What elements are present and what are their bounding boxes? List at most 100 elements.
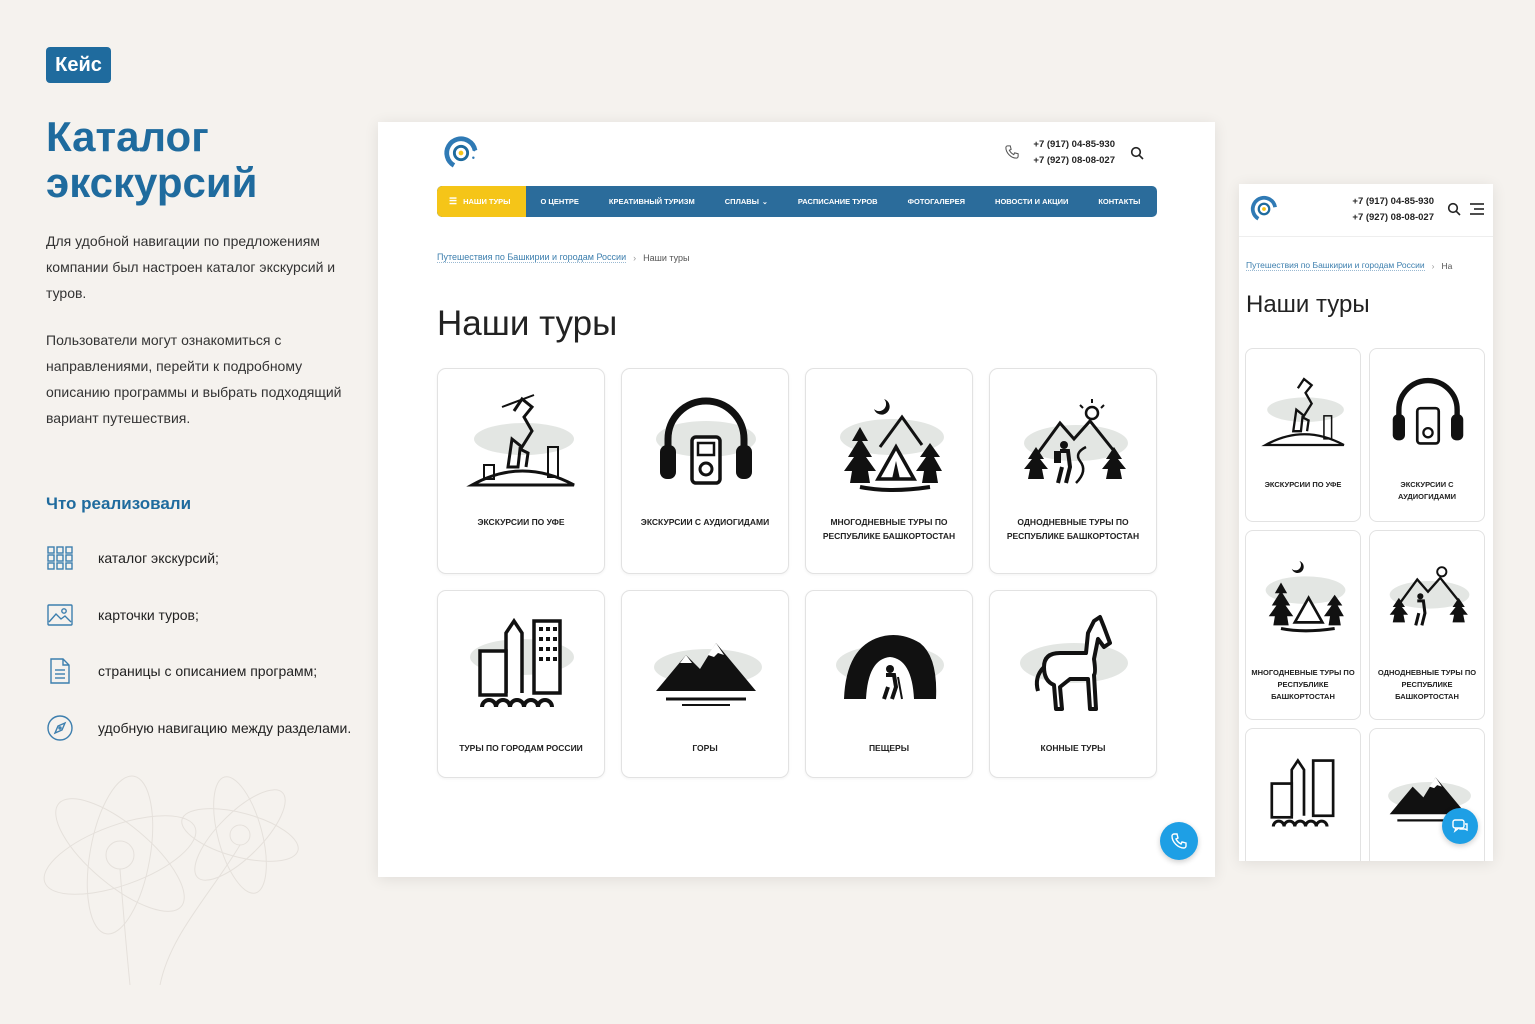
tours-grid: ЭКСКУРСИИ ПО УФЕ ЭКСКУРСИИ С АУДИОГИДАМИ: [1245, 348, 1487, 861]
feature-label: каталог экскурсий;: [98, 550, 219, 566]
tour-card-label: ГОРЫ: [692, 743, 718, 753]
case-title: Каталог экскурсий: [46, 113, 258, 206]
page-title: Наши туры: [437, 304, 618, 343]
mobile-mockup: +7 (917) 04-85-930 +7 (927) 08-08-027 Пу…: [1239, 184, 1493, 861]
tour-card-label: ОДНОДНЕВНЫЕ ТУРЫ ПО РЕСПУБЛИКЕ БАШКОРТОС…: [1377, 668, 1477, 701]
camping-tent-icon: [1265, 561, 1346, 633]
page-title: Наши туры: [1246, 291, 1370, 318]
done-title: Что реализовали: [46, 494, 192, 513]
monument-icon: [466, 394, 575, 487]
tour-card-label: ЭКСКУРСИИ С АУДИОГИДАМИ: [640, 517, 770, 527]
phone-number[interactable]: +7 (927) 08-08-027: [1033, 153, 1115, 169]
phone-icon[interactable]: [1005, 144, 1019, 160]
city-icon: [1270, 758, 1335, 827]
tour-card-label: ТУРЫ ПО ГОРОДАМ РОССИИ: [459, 743, 583, 753]
image-icon: [46, 601, 74, 629]
tour-card[interactable]: ЭКСКУРСИИ С АУДИОГИДАМИ: [1369, 348, 1485, 522]
nav-item-gallery[interactable]: ФОТОГАЛЕРЕЯ: [893, 186, 980, 217]
tour-card-label: ЭКСКУРСИИ ПО УФЕ: [1264, 480, 1342, 489]
phone-numbers[interactable]: +7 (917) 04-85-930 +7 (927) 08-08-027: [1334, 194, 1434, 226]
phone-number[interactable]: +7 (917) 04-85-930: [1334, 194, 1434, 210]
mountains-icon: [654, 643, 762, 706]
call-button[interactable]: [1160, 822, 1198, 860]
tour-card[interactable]: ЭКСКУРСИИ ПО УФЕ: [1245, 348, 1361, 522]
nav-item-creative-tourism[interactable]: КРЕАТИВНЫЙ ТУРИЗМ: [594, 186, 710, 217]
tour-card-label: МНОГОДНЕВНЫЕ ТУРЫ ПО РЕСПУБЛИКЕ БАШКОРТО…: [1251, 668, 1355, 701]
tour-card[interactable]: ПЕЩЕРЫ: [805, 590, 973, 778]
nav-label: КРЕАТИВНЫЙ ТУРИЗМ: [608, 197, 695, 206]
tour-card[interactable]: ОДНОДНЕВНЫЕ ТУРЫ ПО РЕСПУБЛИКЕ БАШКОРТОС…: [1369, 530, 1485, 720]
flower-decoration-icon: [43, 775, 299, 985]
case-badge: Кейс: [46, 47, 111, 83]
breadcrumb-link[interactable]: Путешествия по Башкирии и городам России: [1246, 260, 1425, 271]
nav-item-about[interactable]: О ЦЕНТРЕ: [526, 186, 594, 217]
breadcrumb: Путешествия по Башкирии и городам России…: [437, 252, 689, 263]
search-icon[interactable]: [1130, 146, 1144, 160]
tour-card-label: ОДНОДНЕВНЫЕ ТУРЫ ПО РЕСПУБЛИКЕ БАШКОРТОС…: [1006, 517, 1140, 541]
logo-icon[interactable]: [442, 134, 480, 172]
cave-icon: [836, 635, 944, 700]
tour-card[interactable]: МНОГОДНЕВНЫЕ ТУРЫ ПО РЕСПУБЛИКЕ БАШКОРТО…: [805, 368, 973, 574]
horse-icon: [1020, 615, 1128, 711]
search-icon[interactable]: [1447, 202, 1461, 216]
tour-card-label: КОННЫЕ ТУРЫ: [1040, 743, 1106, 753]
hiker-icon: [1024, 399, 1128, 484]
breadcrumb-separator: ›: [633, 252, 637, 263]
menu-icon[interactable]: [1469, 202, 1485, 216]
breadcrumb-current: Наши туры: [643, 252, 690, 263]
feature-label: удобную навигацию между разделами.: [98, 720, 352, 736]
headphones-icon: [656, 397, 756, 485]
nav-label: НОВОСТИ И АКЦИИ: [995, 197, 1069, 206]
desktop-mockup: +7 (917) 04-85-930 +7 (927) 08-08-027 ☰ …: [378, 122, 1215, 877]
hiker-icon: [1389, 566, 1470, 626]
chat-icon: [1452, 819, 1468, 833]
logo-icon[interactable]: [1249, 194, 1279, 224]
breadcrumb-current: На: [1441, 260, 1453, 271]
breadcrumb: Путешествия по Башкирии и городам России…: [1246, 260, 1452, 271]
main-nav: ☰ НАШИ ТУРЫ О ЦЕНТРЕ КРЕАТИВНЫЙ ТУРИЗМ С…: [437, 186, 1157, 217]
chat-button[interactable]: [1442, 808, 1478, 844]
tour-card[interactable]: ЭКСКУРСИИ ПО УФЕ: [437, 368, 605, 574]
city-icon: [470, 617, 574, 708]
phone-icon: [1171, 833, 1187, 849]
feature-label: страницы с описанием программ;: [98, 663, 318, 679]
tour-card[interactable]: МНОГОДНЕВНЫЕ ТУРЫ ПО РЕСПУБЛИКЕ БАШКОРТО…: [1245, 530, 1361, 720]
breadcrumb-separator: ›: [1431, 260, 1435, 271]
tour-card[interactable]: ГОРЫ: [621, 590, 789, 778]
case-paragraph-1: Для удобной навигации по предложениям ко…: [46, 233, 336, 301]
nav-item-our-tours[interactable]: ☰ НАШИ ТУРЫ: [437, 186, 526, 217]
tour-card-label: ПЕЩЕРЫ: [868, 743, 910, 753]
nav-item-rafting[interactable]: СПЛАВЫ ⌄: [710, 186, 783, 217]
headphones-icon: [1392, 377, 1464, 445]
tours-grid: ЭКСКУРСИИ ПО УФЕ ЭКСКУРСИИ С АУДИОГИДАМИ: [437, 368, 1159, 778]
tour-card[interactable]: ТУРЫ ПО ГОРОДАМ РОССИИ: [437, 590, 605, 778]
tour-card[interactable]: ЭКСКУРСИИ С АУДИОГИДАМИ: [621, 368, 789, 574]
tour-card-label: ЭКСКУРСИИ ПО УФЕ: [477, 517, 565, 527]
case-paragraph-2: Пользователи могут ознакомиться с направ…: [46, 332, 342, 426]
phone-number[interactable]: +7 (917) 04-85-930: [1033, 137, 1115, 153]
nav-item-news[interactable]: НОВОСТИ И АКЦИИ: [980, 186, 1083, 217]
nav-item-contacts[interactable]: КОНТАКТЫ: [1083, 186, 1155, 217]
feature-item: каталог экскурсий;: [46, 544, 219, 572]
nav-label: О ЦЕНТРЕ: [540, 197, 579, 206]
nav-item-schedule[interactable]: РАСПИСАНИЕ ТУРОВ: [783, 186, 893, 217]
phone-numbers[interactable]: +7 (917) 04-85-930 +7 (927) 08-08-027: [1033, 137, 1115, 169]
tour-card-label: ЭКСКУРСИИ С АУДИОГИДАМИ: [1397, 480, 1457, 501]
tour-card[interactable]: [1245, 728, 1361, 861]
feature-item: удобную навигацию между разделами.: [46, 714, 351, 742]
feature-item: страницы с описанием программ;: [46, 657, 317, 685]
tour-card[interactable]: ОДНОДНЕВНЫЕ ТУРЫ ПО РЕСПУБЛИКЕ БАШКОРТОС…: [989, 368, 1157, 574]
camping-tent-icon: [840, 399, 944, 492]
chevron-down-icon: ⌄: [762, 198, 768, 206]
grid-icon: [46, 544, 74, 572]
hamburger-icon: ☰: [449, 196, 458, 206]
header-divider: [1239, 236, 1493, 237]
nav-label: НАШИ ТУРЫ: [463, 197, 511, 206]
compass-icon: [46, 714, 74, 742]
phone-number[interactable]: +7 (927) 08-08-027: [1334, 210, 1434, 226]
nav-label: ФОТОГАЛЕРЕЯ: [907, 197, 966, 206]
tour-card[interactable]: КОННЫЕ ТУРЫ: [989, 590, 1157, 778]
nav-label: РАСПИСАНИЕ ТУРОВ: [797, 197, 878, 206]
breadcrumb-link[interactable]: Путешествия по Башкирии и городам России: [437, 252, 627, 263]
feature-label: карточки туров;: [98, 607, 199, 623]
